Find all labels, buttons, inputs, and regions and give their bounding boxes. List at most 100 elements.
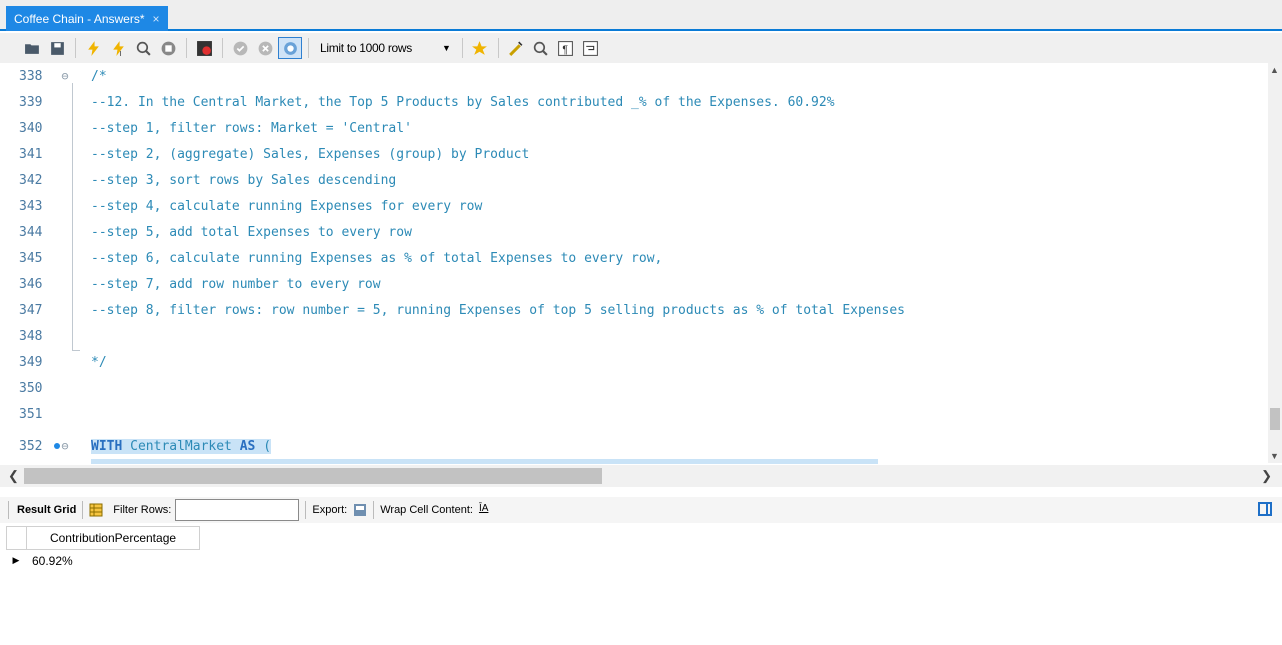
code-line: 347 --step 8, filter rows: row number = … [0, 297, 1268, 323]
chevron-down-icon: ▼ [441, 43, 451, 53]
toolbar-separator [75, 38, 76, 58]
stop-icon[interactable] [156, 37, 180, 59]
wrap-cell-content-icon[interactable]: ĪA [479, 503, 493, 517]
code-text: --step 4, calculate running Expenses for… [91, 198, 483, 214]
autocommit-icon[interactable] [278, 37, 302, 59]
tab-strip: Coffee Chain - Answers* × [0, 0, 1282, 31]
code-text: --step 8, filter rows: row number = 5, r… [91, 302, 905, 318]
filter-rows-input[interactable] [175, 499, 300, 521]
toolbar-separator [8, 501, 9, 519]
line-number: 347 [19, 302, 43, 318]
bookmark-icon[interactable] [468, 37, 492, 59]
line-number: 346 [19, 276, 43, 292]
current-row-indicator-icon: ▶ [12, 555, 20, 565]
close-tab-icon[interactable]: × [153, 12, 160, 26]
execute-current-icon[interactable]: I [106, 37, 130, 59]
line-number: 340 [19, 120, 43, 136]
svg-text:¶: ¶ [562, 43, 568, 55]
code-line: 348 [0, 323, 1268, 349]
sql-editor[interactable]: 338 ⊖ /* 339 --12. In the Central Market… [0, 63, 1282, 464]
scroll-down-icon[interactable]: ▼ [1270, 451, 1279, 461]
toggle-error-icon[interactable] [192, 37, 216, 59]
code-line: 338 ⊖ /* [0, 63, 1268, 89]
tab-title: Coffee Chain - Answers* [14, 11, 145, 26]
toolbar-separator [308, 38, 309, 58]
line-number: 342 [19, 172, 43, 188]
column-header[interactable]: ContributionPercentage [26, 526, 200, 550]
grid-header: ContributionPercentage [6, 526, 200, 550]
code-line: 349 */ [0, 349, 1268, 375]
toggle-side-panel-icon[interactable] [1258, 502, 1272, 516]
editor-horizontal-scrollbar[interactable]: ❮ ❯ [0, 465, 1282, 487]
code-text: --step 3, sort rows by Sales descending [91, 172, 397, 188]
identifier: CentralMarket [122, 438, 240, 454]
limit-rows-label: Limit to 1000 rows [320, 41, 412, 55]
code-text: --step 6, calculate running Expenses as … [91, 250, 663, 266]
result-grid: ContributionPercentage ▶ 60.92% [0, 524, 1282, 645]
editor-vertical-scrollbar[interactable]: ▲ ▼ [1268, 63, 1282, 463]
result-grid-tab[interactable]: Result Grid [17, 504, 76, 516]
toolbar-separator [222, 38, 223, 58]
table-cell[interactable]: 60.92% [26, 554, 73, 568]
svg-text:I: I [119, 48, 121, 56]
toolbar-separator [82, 501, 84, 519]
table-row[interactable]: ▶ 60.92% [6, 550, 73, 571]
commit-icon[interactable] [228, 37, 252, 59]
line-number: 343 [19, 198, 43, 214]
code-line: 339 --12. In the Central Market, the Top… [0, 89, 1268, 115]
code-line: 341 --step 2, (aggregate) Sales, Expense… [0, 141, 1268, 167]
line-number: 345 [19, 250, 43, 266]
toolbar-separator [373, 501, 375, 519]
explain-icon[interactable] [131, 37, 155, 59]
rollback-icon[interactable] [253, 37, 277, 59]
code-line: 343 --step 4, calculate running Expenses… [0, 193, 1268, 219]
export-icon[interactable] [353, 503, 367, 517]
code-line: 342 --step 3, sort rows by Sales descend… [0, 167, 1268, 193]
wrap-icon[interactable] [579, 37, 603, 59]
selection-highlight [91, 459, 878, 464]
find-icon[interactable] [529, 37, 553, 59]
code-line: 345 --step 6, calculate running Expenses… [0, 245, 1268, 271]
code-text: /* [91, 68, 107, 84]
line-number: 348 [19, 328, 43, 344]
beautify-icon[interactable] [504, 37, 528, 59]
code-text: --step 5, add total Expenses to every ro… [91, 224, 412, 240]
keyword: AS [239, 438, 256, 454]
line-number: 349 [19, 354, 43, 370]
code-text: --step 1, filter rows: Market = 'Central… [91, 120, 412, 136]
grid-corner[interactable] [6, 526, 26, 550]
vertical-scroll-thumb[interactable] [1270, 408, 1280, 430]
code-text: WITH CentralMarket AS ( [91, 438, 272, 454]
line-number: 351 [19, 406, 43, 422]
grid-layout-icon[interactable] [89, 503, 103, 517]
filter-rows-label: Filter Rows: [113, 504, 172, 516]
code-text: --step 7, add row number to every row [91, 276, 381, 292]
line-number: 350 [19, 380, 43, 396]
code-line: 340 --step 1, filter rows: Market = 'Cen… [0, 115, 1268, 141]
save-icon[interactable] [45, 37, 69, 59]
toolbar-separator [305, 501, 307, 519]
limit-rows-dropdown[interactable]: Limit to 1000 rows ▼ [314, 37, 457, 59]
toolbar-separator [186, 38, 187, 58]
invisible-chars-icon[interactable]: ¶ [554, 37, 578, 59]
code-text: --12. In the Central Market, the Top 5 P… [91, 94, 835, 110]
line-number: 352 [19, 438, 43, 454]
scroll-right-icon[interactable]: ❯ [1261, 468, 1272, 484]
execute-icon[interactable] [81, 37, 105, 59]
result-toolbar: Result Grid Filter Rows: Export: Wrap Ce… [0, 497, 1282, 523]
line-number: 339 [19, 94, 43, 110]
fold-toggle-icon[interactable]: ⊖ [58, 433, 72, 459]
scroll-up-icon[interactable]: ▲ [1270, 65, 1279, 75]
tab-coffee-chain-answers[interactable]: Coffee Chain - Answers* × [6, 6, 168, 31]
open-folder-icon[interactable] [20, 37, 44, 59]
code-line: 350 [0, 375, 1268, 401]
code-text: --step 2, (aggregate) Sales, Expenses (g… [91, 146, 530, 162]
fold-toggle-icon[interactable]: ⊖ [58, 63, 72, 89]
export-label: Export: [312, 504, 348, 516]
line-number: 341 [19, 146, 43, 162]
line-number: 344 [19, 224, 43, 240]
code-line: 344 --step 5, add total Expenses to ever… [0, 219, 1268, 245]
scroll-left-icon[interactable]: ❮ [8, 468, 19, 484]
code-tail: ( [255, 438, 272, 454]
horizontal-scroll-thumb[interactable] [24, 468, 602, 484]
